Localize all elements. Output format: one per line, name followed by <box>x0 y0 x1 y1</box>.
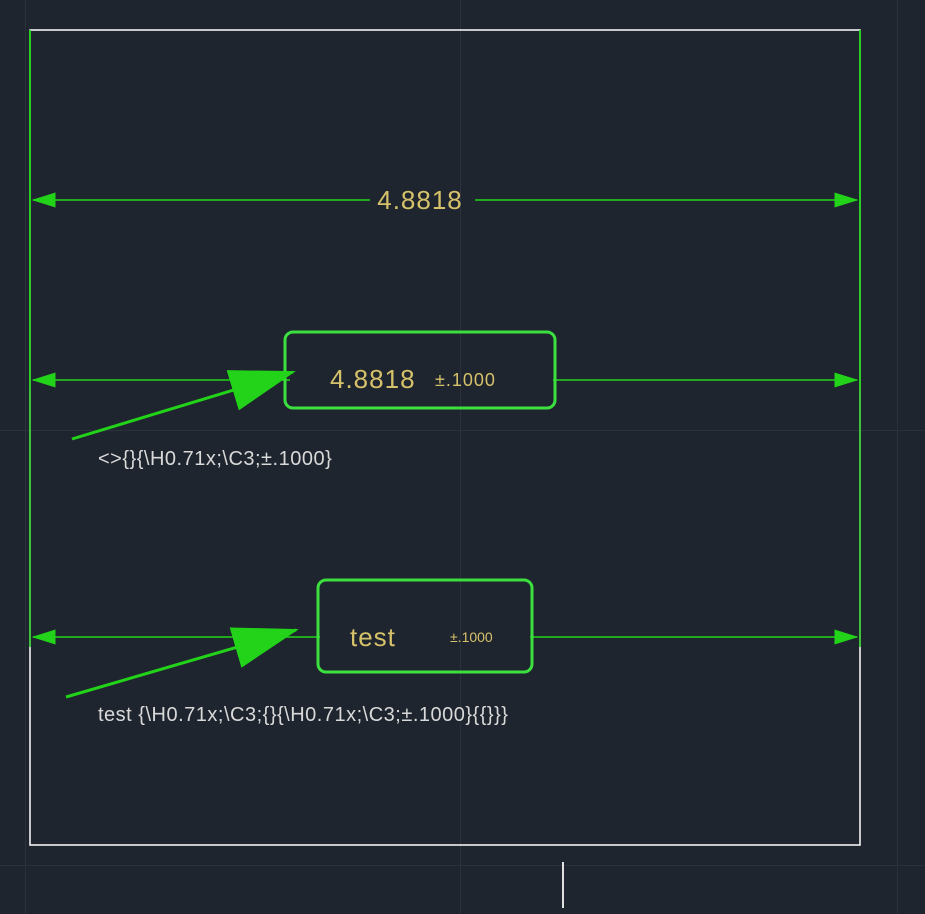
dimension-3[interactable]: test ±.1000 <box>30 30 860 672</box>
callout-1-text: <>{}{\H0.71x;\C3;±.1000} <box>98 448 332 470</box>
dim2-value: 4.8818 <box>330 364 416 394</box>
dim2-tolerance: ±.1000 <box>435 370 496 390</box>
dim1-value: 4.8818 <box>377 185 463 215</box>
highlight-box-2 <box>285 332 555 408</box>
cad-canvas[interactable]: 4.8818 4.8818 ±.1000 test ±.1000 <>{}{\H… <box>0 0 925 914</box>
callout-1-arrow <box>72 372 293 439</box>
dimension-1[interactable]: 4.8818 <box>30 30 860 215</box>
dim3-value: test <box>350 622 396 652</box>
dimension-2[interactable]: 4.8818 ±.1000 <box>30 30 860 408</box>
dim3-tolerance: ±.1000 <box>450 629 493 645</box>
callout-2-arrow <box>66 630 296 697</box>
callout-1: <>{}{\H0.71x;\C3;±.1000} <box>72 372 332 470</box>
callout-2-text: test {\H0.71x;\C3;{}{\H0.71x;\C3;±.1000}… <box>98 704 508 726</box>
callout-2: test {\H0.71x;\C3;{}{\H0.71x;\C3;±.1000}… <box>66 630 508 726</box>
